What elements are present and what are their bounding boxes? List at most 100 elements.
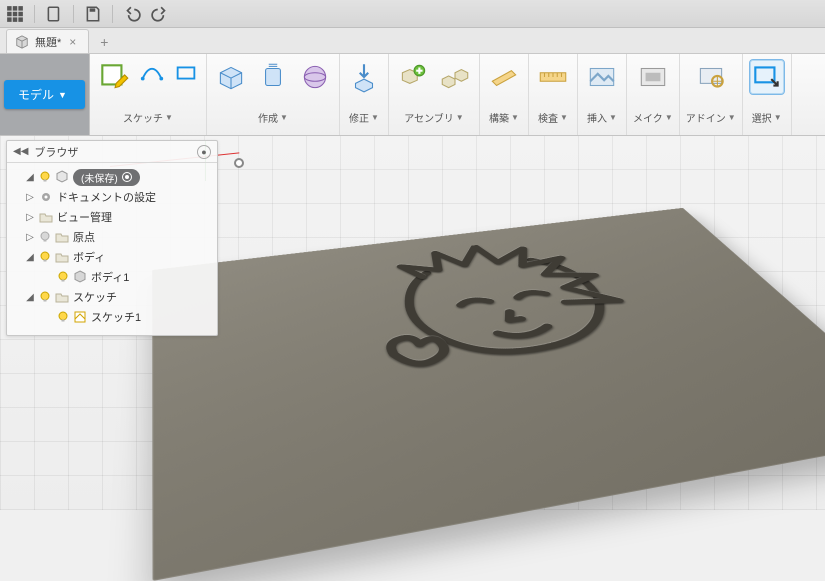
ribbon-group-label[interactable]: 選択▼ [752,109,782,125]
expand-icon[interactable]: ▷ [25,232,35,243]
tree-node-sketch1[interactable]: スケッチ1 [43,307,213,327]
tree-node-label: スケッチ [73,289,117,305]
ribbon-group-label[interactable]: メイク▼ [633,109,673,125]
workspace-label: モデル [18,86,54,103]
spline-tool-button[interactable] [138,59,166,87]
browser-panel: ◀◀ ブラウザ ● ◢ (未保存) ▷ ドキュメントの設定 ▷ ビュー管理 [6,140,218,336]
make-3dprint-button[interactable] [635,59,671,95]
ribbon-group-addins: アドイン▼ [680,54,743,135]
chevron-down-icon: ▼ [371,113,379,122]
chevron-down-icon: ▼ [456,113,464,122]
sphere-tool-button[interactable] [297,59,333,95]
quick-access-toolbar [0,0,825,28]
lightbulb-icon[interactable] [39,291,51,303]
scripts-addins-button[interactable] [693,59,729,95]
rectangle-tool-button[interactable] [172,59,200,87]
ribbon-group-label[interactable]: アセンブリ▼ [404,109,463,125]
ribbon-group-label[interactable]: 修正▼ [349,109,379,125]
ribbon-toolbar: モデル ▼ スケッチ▼ 作成▼ 修 [0,54,825,136]
new-component-button[interactable] [395,59,431,95]
chevron-down-icon: ▼ [58,90,67,100]
tree-node-label: ボディ1 [91,269,129,285]
lightbulb-icon[interactable] [57,271,69,283]
construction-plane-button[interactable] [486,59,522,95]
workspace-button[interactable]: モデル ▼ [4,80,85,109]
tree-node-sketches[interactable]: ◢ スケッチ [25,287,213,307]
tree-node-bodies[interactable]: ◢ ボディ [25,247,213,267]
folder-icon [39,210,53,224]
collapse-icon[interactable]: ◀◀ [13,146,28,157]
expand-icon[interactable]: ▷ [25,192,35,203]
redo-icon[interactable] [151,5,169,23]
workspace-switcher[interactable]: モデル ▼ [0,54,90,135]
document-title: 無題* [35,34,61,50]
folder-icon [55,250,69,264]
select-tool-button[interactable] [749,59,785,95]
chevron-down-icon: ▼ [609,113,617,122]
undo-icon[interactable] [123,5,141,23]
component-icon [55,170,69,184]
chevron-down-icon: ▼ [560,113,568,122]
origin-marker [234,158,244,168]
chevron-down-icon: ▼ [728,113,736,122]
tree-node-origin[interactable]: ▷ 原点 [25,227,213,247]
browser-header[interactable]: ◀◀ ブラウザ ● [7,141,217,163]
ribbon-group-construct: 構築▼ [480,54,529,135]
folder-icon [55,230,69,244]
ribbon-group-make: メイク▼ [627,54,680,135]
document-tab-strip: 無題* × + [0,28,825,54]
tree-node-label: スケッチ1 [91,309,141,325]
ribbon-group-label[interactable]: アドイン▼ [686,109,736,125]
ribbon-group-inspect: 検査▼ [529,54,578,135]
lightbulb-icon[interactable] [57,311,69,323]
tree-node-label: ボディ [73,249,105,265]
tree-root[interactable]: ◢ (未保存) [25,167,213,187]
ribbon-group-label[interactable]: スケッチ▼ [123,109,173,125]
ribbon-group-label[interactable]: 検査▼ [538,109,568,125]
expand-icon[interactable]: ◢ [25,292,35,303]
expand-icon[interactable]: ▷ [25,212,35,223]
ribbon-group-sketch: スケッチ▼ [90,54,207,135]
document-tab[interactable]: 無題* × [6,29,89,53]
app-menu-icon[interactable] [6,5,24,23]
create-sketch-button[interactable] [96,59,132,95]
extrude-tool-button[interactable] [255,59,291,95]
expand-icon[interactable]: ◢ [25,172,35,183]
tab-close-button[interactable]: × [67,35,78,49]
tree-node-doc-settings[interactable]: ▷ ドキュメントの設定 [25,187,213,207]
press-pull-button[interactable] [346,59,382,95]
insert-decal-button[interactable] [584,59,620,95]
expand-icon[interactable]: ◢ [25,252,35,263]
ribbon-group-insert: 挿入▼ [578,54,627,135]
tree-node-label: 原点 [73,229,95,245]
ribbon-group-select: 選択▼ [743,54,792,135]
lightbulb-off-icon[interactable] [39,231,51,243]
tree-node-body1[interactable]: ボディ1 [43,267,213,287]
file-new-icon[interactable] [45,5,63,23]
ribbon-group-assembly: アセンブリ▼ [389,54,480,135]
model-body[interactable] [152,206,825,480]
save-icon[interactable] [84,5,102,23]
browser-tree: ◢ (未保存) ▷ ドキュメントの設定 ▷ ビュー管理 ▷ 原点 [7,163,217,335]
tree-node-label: ドキュメントの設定 [57,189,156,205]
measure-button[interactable] [535,59,571,95]
ribbon-group-label[interactable]: 作成▼ [258,109,288,125]
ribbon-groups: スケッチ▼ 作成▼ 修正▼ アセンブリ▼ [90,54,825,135]
browser-title: ブラウザ [34,144,191,160]
sketch-icon [73,310,87,324]
ribbon-group-label[interactable]: 構築▼ [489,109,519,125]
chevron-down-icon: ▼ [165,113,173,122]
separator [112,5,113,23]
lightbulb-icon[interactable] [39,171,51,183]
ribbon-group-label[interactable]: 挿入▼ [587,109,617,125]
tree-node-views[interactable]: ▷ ビュー管理 [25,207,213,227]
separator [73,5,74,23]
lightbulb-icon[interactable] [39,251,51,263]
panel-pin-icon[interactable]: ● [197,145,211,159]
chevron-down-icon: ▼ [665,113,673,122]
joint-button[interactable] [437,59,473,95]
record-icon [122,172,132,182]
box-tool-button[interactable] [213,59,249,95]
separator [34,5,35,23]
new-tab-button[interactable]: + [93,31,115,53]
